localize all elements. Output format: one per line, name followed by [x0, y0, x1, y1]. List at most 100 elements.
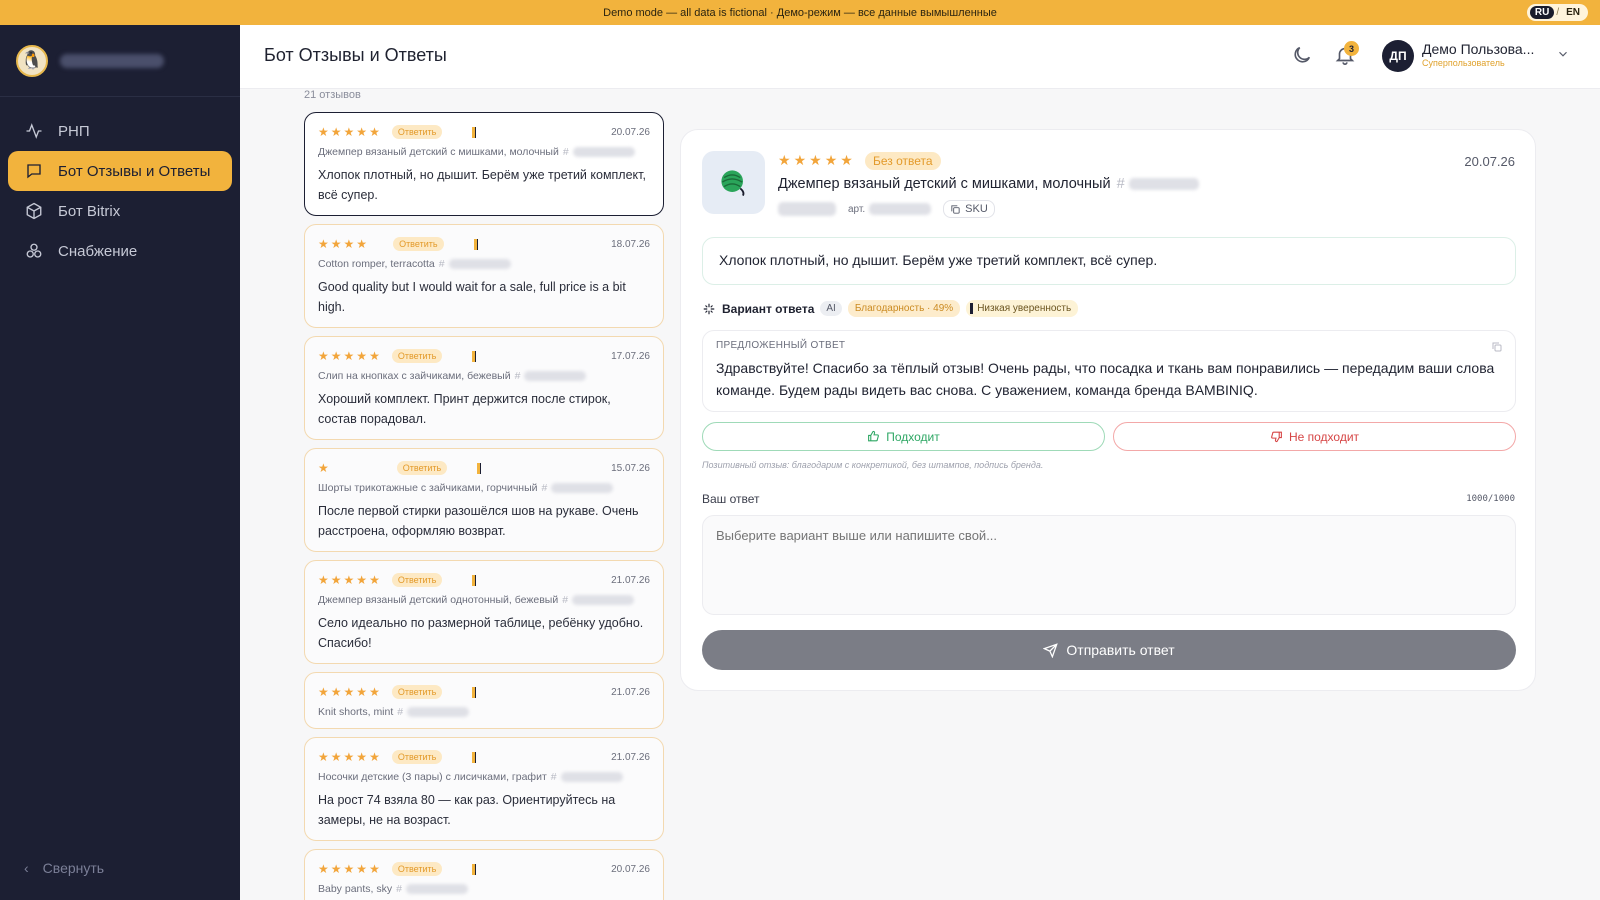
- confidence-indicator-icon: [477, 462, 482, 474]
- star-icon: ★: [330, 750, 342, 764]
- product-id-blurred: [572, 147, 635, 157]
- review-text: На рост 74 взяла 80 — как раз. Ориентиру…: [318, 793, 616, 827]
- star-icon: ★: [356, 237, 368, 251]
- hash-label: #: [562, 146, 569, 158]
- star-icon: ★: [356, 349, 368, 363]
- review-date: 17.07.26: [611, 350, 650, 362]
- sidebar-item-label: Снабжение: [58, 242, 138, 260]
- reply-button[interactable]: Ответить: [391, 685, 443, 699]
- product-name: Джемпер вязаный детский с мишками, молоч…: [318, 146, 559, 158]
- copy-icon[interactable]: [1491, 341, 1503, 353]
- not-fits-button[interactable]: Не подходит: [1113, 422, 1516, 451]
- product-id-blurred: [551, 483, 614, 493]
- reply-button[interactable]: Ответить: [391, 125, 443, 139]
- variant-label: Вариант ответа: [722, 301, 815, 316]
- package-icon: [24, 201, 44, 221]
- review-product: Джемпер вязаный детский однотонный, беже…: [318, 594, 650, 606]
- review-card[interactable]: ★ ★ ★ ★ ★ Ответить 20.07.26 Джемпер вязаный дет…: [304, 112, 664, 216]
- star-icon: ★: [356, 862, 368, 876]
- sidebar-item-rnp[interactable]: РНП: [8, 111, 232, 151]
- user-name[interactable]: Демо Пользова...: [1422, 41, 1534, 57]
- product-id-blurred: [405, 884, 468, 894]
- rating-stars: ★ ★ ★ ★ ★: [318, 574, 380, 586]
- review-card[interactable]: ★ ★ ★ ★ ★ Ответить 21.07.26 Носочки детские (3 …: [304, 737, 664, 841]
- star-icon: ★: [343, 750, 355, 764]
- star-icon: ★: [343, 685, 355, 699]
- product-name: Cotton romper, terracotta: [318, 258, 435, 270]
- chevron-down-icon[interactable]: [1556, 47, 1570, 61]
- reply-textarea[interactable]: [702, 515, 1516, 615]
- status-badge: Без ответа: [865, 152, 941, 170]
- send-icon: [1043, 642, 1059, 658]
- lang-ru-button[interactable]: RU: [1529, 6, 1555, 19]
- top-header: Бот Отзывы и Ответы 3 ДП Демо Пользова..…: [240, 25, 1600, 89]
- reply-button[interactable]: Ответить: [391, 862, 443, 876]
- product-id-blurred: [524, 371, 587, 381]
- copy-sku-button[interactable]: SKU: [943, 200, 995, 218]
- star-icon: ★: [369, 573, 380, 587]
- review-card-header: ★ ★ ★ ★ ★ Ответить 20.07.26: [318, 861, 650, 877]
- star-icon: ★: [793, 152, 807, 168]
- star-icon: ★: [343, 237, 355, 251]
- user-role: Суперпользователь: [1422, 58, 1505, 68]
- page-title: Бот Отзывы и Ответы: [264, 45, 447, 65]
- review-card[interactable]: ★ ★ ★ ★ Ответить 18.07.26 Cotton romper, terra…: [304, 224, 664, 328]
- send-reply-button[interactable]: Отправить ответ: [702, 630, 1516, 670]
- rating-stars: ★ ★ ★ ★ ★: [318, 350, 380, 362]
- boxes-icon: [24, 241, 44, 261]
- brand-blurred: [778, 202, 836, 216]
- review-card-header: ★ ★ ★ ★ ★ Ответить 21.07.26: [318, 749, 650, 765]
- review-card-header: ★ Ответить 15.07.26: [318, 460, 650, 476]
- reply-button[interactable]: Ответить: [391, 750, 443, 764]
- sidebar-item-label: Бот Bitrix: [58, 202, 121, 220]
- thumbs-up-icon: [868, 430, 880, 442]
- brand[interactable]: 🐧: [0, 25, 240, 97]
- collapse-sidebar-button[interactable]: ‹ Свернуть: [24, 860, 104, 876]
- sidebar-item-bitrix-bot[interactable]: Бот Bitrix: [8, 191, 232, 231]
- not-fits-label: Не подходит: [1288, 429, 1360, 444]
- review-list[interactable]: ★ ★ ★ ★ ★ Ответить 20.07.26 Джемпер вязаный дет…: [304, 112, 664, 900]
- reply-button[interactable]: Ответить: [391, 573, 443, 587]
- notification-badge: 3: [1344, 41, 1359, 56]
- reply-button[interactable]: Ответить: [393, 237, 444, 251]
- reply-button[interactable]: Ответить: [391, 349, 443, 363]
- sidebar-item-label: РНП: [58, 122, 90, 140]
- review-date: 21.07.26: [611, 686, 650, 698]
- avatar[interactable]: ДП: [1382, 40, 1414, 72]
- sidebar-item-supply[interactable]: Снабжение: [8, 231, 232, 271]
- star-icon: ★: [330, 237, 342, 251]
- confidence-indicator-icon: [472, 126, 477, 138]
- hash-label: #: [1116, 176, 1125, 192]
- language-switch[interactable]: RU / EN: [1526, 4, 1588, 21]
- your-reply-label: Ваш ответ: [702, 492, 760, 506]
- penguin-logo-icon: 🐧: [16, 44, 48, 77]
- fits-button[interactable]: Подходит: [702, 422, 1105, 451]
- collapse-label: Свернуть: [42, 860, 105, 876]
- review-card[interactable]: ★ ★ ★ ★ ★ Ответить 21.07.26 Джемпер вязаный дет…: [304, 560, 664, 664]
- review-card[interactable]: ★ ★ ★ ★ ★ Ответить 21.07.26 Knit shorts, mint #: [304, 672, 664, 729]
- star-icon: ★: [809, 152, 822, 168]
- review-card[interactable]: ★★★★★Ответить20.07.26Baby pants, sky#Gre…: [304, 849, 664, 900]
- star-icon: ★: [330, 349, 342, 363]
- star-icon: ★: [343, 125, 355, 139]
- review-detail-panel: ★ ★ ★ ★ ★ Без ответа 20.07.26 Джемпер вязаны…: [680, 129, 1536, 691]
- rating-stars: ★ ★ ★ ★ ★: [318, 863, 380, 875]
- hash-label: #: [550, 771, 557, 783]
- review-date: 21.07.26: [611, 751, 650, 763]
- product-id-blurred: [407, 707, 470, 717]
- rating-stars: ★ ★ ★ ★ ★: [318, 126, 380, 138]
- reply-button[interactable]: Ответить: [396, 461, 448, 475]
- moon-icon[interactable]: [1291, 44, 1315, 68]
- review-card-header: ★ ★ ★ ★ ★ Ответить 21.07.26: [318, 572, 650, 588]
- review-card[interactable]: ★ Ответить 15.07.26 Шорты трикотажные с зай…: [304, 448, 664, 552]
- sidebar-item-reviews-bot[interactable]: Бот Отзывы и Ответы: [8, 151, 232, 191]
- product-name: Baby pants, sky: [318, 883, 393, 895]
- star-icon: ★: [369, 862, 380, 876]
- review-card-header: ★ ★ ★ ★ ★ Ответить 20.07.26: [318, 124, 650, 140]
- sku-label: SKU: [965, 203, 988, 215]
- message-square-icon: [24, 161, 44, 181]
- lang-en-button[interactable]: EN: [1561, 6, 1585, 19]
- star-icon: ★: [343, 573, 355, 587]
- review-card[interactable]: ★ ★ ★ ★ ★ Ответить 17.07.26 Слип на кнопках с з…: [304, 336, 664, 440]
- confidence-indicator-icon: [472, 863, 477, 875]
